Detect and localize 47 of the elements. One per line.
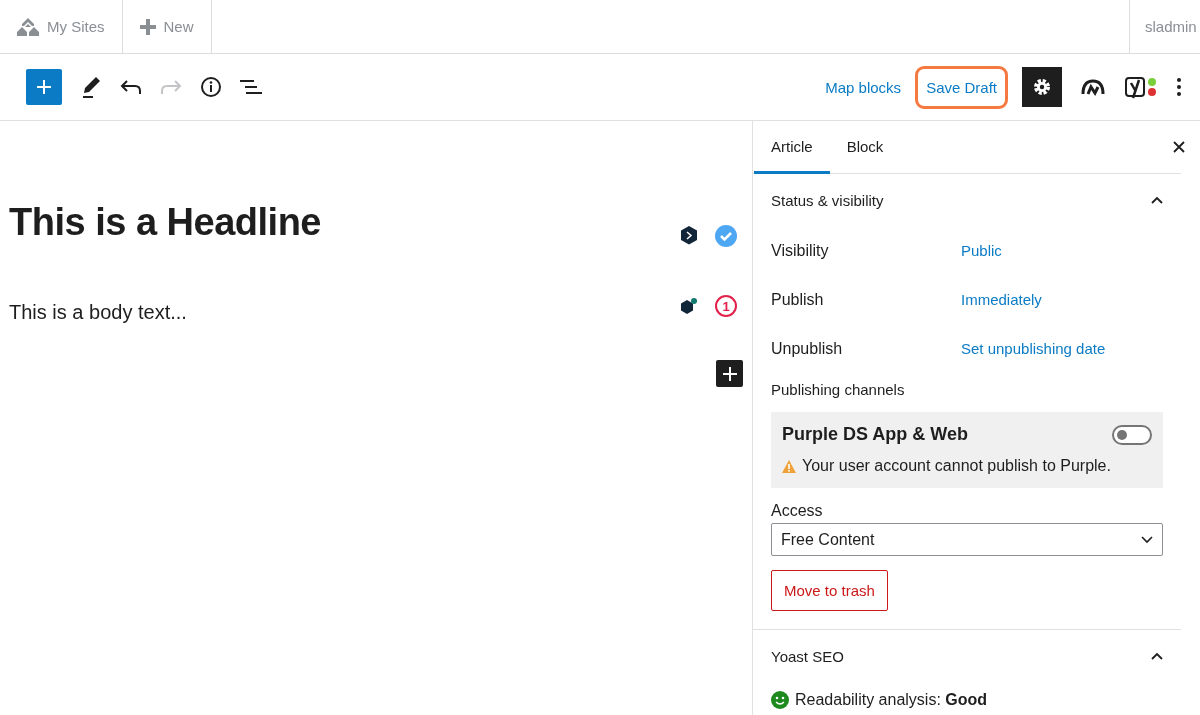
new-link[interactable]: New [122, 0, 212, 53]
smiley-icon [771, 691, 789, 709]
settings-button[interactable] [1022, 67, 1062, 107]
save-draft-button[interactable]: Save Draft [915, 65, 1008, 109]
setting-label: Unpublish [771, 339, 844, 358]
section-label: Publishing channels [771, 381, 906, 398]
sidebar-tab[interactable]: Block [829, 121, 901, 174]
more-options-icon[interactable] [1176, 77, 1182, 97]
wave-logo-icon[interactable] [1080, 78, 1106, 96]
warning-icon [782, 459, 796, 473]
panel-header[interactable]: Yoast SEO [771, 630, 1163, 682]
yoast-icon[interactable] [1124, 75, 1158, 99]
setting-label: Visibility [771, 241, 830, 260]
chevron-icon [1141, 535, 1153, 544]
setting-link[interactable]: Public [961, 242, 1002, 259]
undo-icon[interactable] [120, 79, 142, 95]
move-to-trash-button[interactable]: Move to trash [771, 570, 888, 611]
readability-text: Readability analysis: Good [795, 691, 988, 709]
close-icon[interactable] [1173, 141, 1185, 153]
list-view-icon[interactable] [240, 78, 262, 96]
headline: This is a Headline [9, 201, 321, 244]
checkmark-icon [715, 225, 737, 247]
setting-link[interactable]: Set unpublishing date [961, 340, 1106, 357]
plus-icon [722, 366, 737, 381]
setting-link[interactable]: Immediately [961, 291, 1042, 308]
access-select[interactable]: Free Content [771, 523, 1163, 556]
my-sites-link[interactable]: My Sites [0, 0, 123, 53]
body-text: This is a body text... [9, 301, 187, 324]
sidebar-tab[interactable]: Article [754, 121, 830, 174]
warning-text: Your user account cannot publish to Purple. [802, 457, 1111, 475]
pencil-icon[interactable] [82, 76, 102, 98]
user-link[interactable]: sladmin [1129, 0, 1200, 53]
plus-icon [139, 18, 156, 35]
map-blocks-button[interactable]: Map blocks [817, 72, 910, 102]
houses-icon [17, 17, 39, 36]
panel-header[interactable]: Status & visibility [771, 174, 1163, 226]
field-label: Access [771, 502, 824, 520]
issue-count: 1 [715, 295, 737, 317]
gear-icon [1032, 77, 1052, 97]
toggle-switch[interactable] [1112, 424, 1152, 445]
info-icon[interactable] [200, 76, 222, 98]
channel-name: Purple DS App & Web [782, 424, 968, 445]
setting-label: Publish [771, 290, 825, 309]
hexagon-icon [680, 226, 698, 246]
plus-icon [36, 79, 52, 95]
hexagon-icon [680, 297, 698, 315]
add-block-button[interactable] [716, 360, 743, 387]
